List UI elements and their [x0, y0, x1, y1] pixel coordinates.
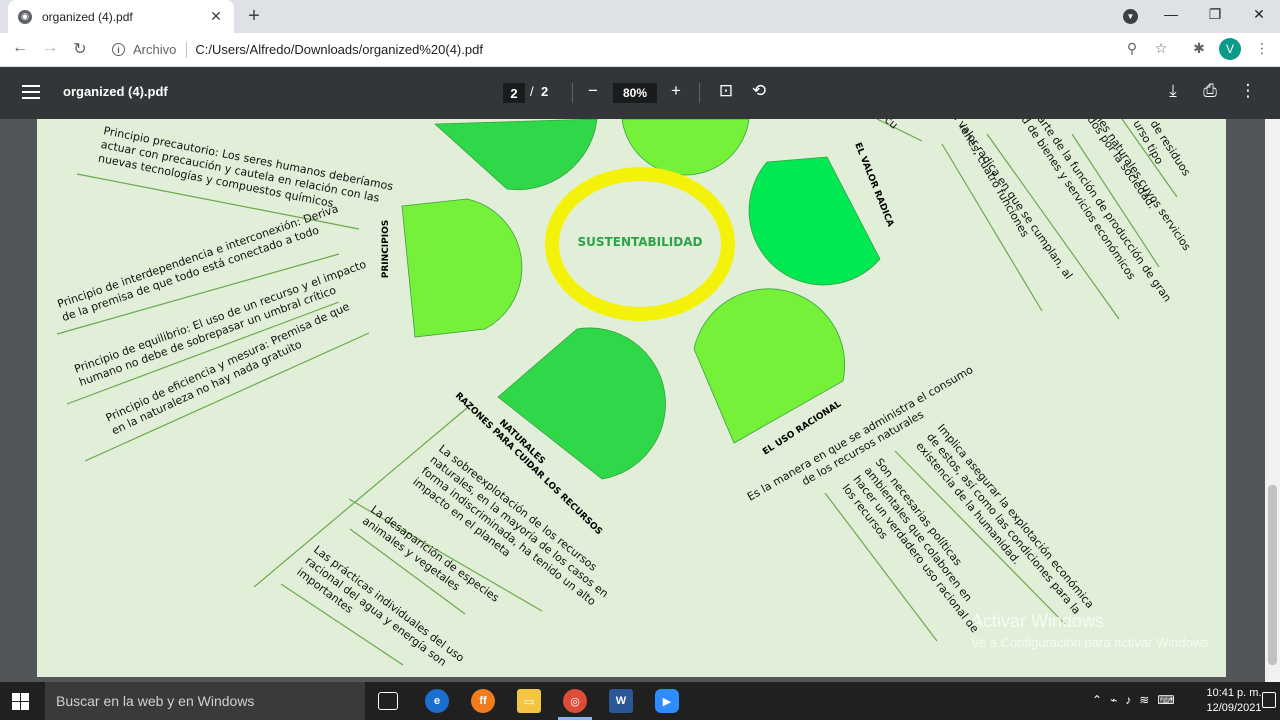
petal-valor: [748, 156, 881, 286]
info-icon[interactable]: i: [112, 43, 125, 56]
clock-date: 12/09/2021: [1206, 702, 1262, 714]
download-icon[interactable]: ⤓: [1162, 81, 1184, 101]
wifi-icon[interactable]: ≋: [1139, 693, 1149, 707]
petal-top: [621, 119, 750, 176]
browser-tab[interactable]: ◉ organized (4).pdf ✕: [8, 0, 234, 33]
taskbar-search-box[interactable]: Buscar en la web y en Windows: [45, 682, 365, 720]
file-explorer-icon[interactable]: ▭: [517, 689, 541, 713]
url-text[interactable]: C:/Users/Alfredo/Downloads/organized%20(…: [195, 42, 483, 57]
zoom-in-button[interactable]: +: [665, 81, 687, 101]
taskbar-clock[interactable]: 10:41 p. m. 12/09/2021: [1205, 686, 1263, 716]
omnibox[interactable]: i Archivo C:/Users/Alfredo/Downloads/org…: [104, 36, 1182, 63]
mind-map: SUSTENTABILIDAD PRINCIPIOS EL VALOR RADI…: [56, 119, 1193, 669]
profile-avatar[interactable]: V: [1219, 38, 1241, 60]
extensions-icon[interactable]: ✱: [1189, 40, 1209, 57]
address-bar: ← → ↻ i Archivo C:/Users/Alfredo/Downloa…: [0, 33, 1280, 67]
forward-button[interactable]: →: [40, 39, 60, 57]
branch-principios: PRINCIPIOS: [381, 220, 391, 278]
scrollbar-thumb[interactable]: [1268, 485, 1277, 665]
activation-watermark-title: Activar Windows: [971, 611, 1105, 631]
bookmark-star-icon[interactable]: ☆: [1151, 40, 1171, 57]
windows-start-icon[interactable]: [12, 693, 29, 710]
toolbar-divider: [699, 83, 700, 103]
minimize-button[interactable]: —: [1161, 6, 1181, 22]
page-number-input[interactable]: 2: [503, 83, 525, 103]
url-scheme-label: Archivo: [133, 42, 177, 57]
tab-title: organized (4).pdf: [42, 9, 133, 24]
globe-icon: ◉: [18, 9, 32, 24]
volume-icon[interactable]: ♪: [1125, 693, 1131, 707]
petal-top-left: [433, 119, 598, 191]
activation-watermark-subtitle: Ve a Configuración para activar Windows.: [971, 635, 1213, 650]
zoom-app-icon[interactable]: ▶: [655, 689, 679, 713]
windows-taskbar: Buscar en la web y en Windows e ff ▭ ◎ W…: [0, 682, 1280, 720]
fit-page-icon[interactable]: ⊡: [715, 81, 737, 101]
document-title: organized (4).pdf: [63, 84, 168, 99]
browser-menu-icon[interactable]: ⋮: [1252, 40, 1272, 57]
word-icon[interactable]: W: [609, 689, 633, 713]
tab-strip: ◉ organized (4).pdf ✕ + ▼ — ❐ ✕: [0, 0, 1280, 33]
network-icon[interactable]: ⌁: [1110, 693, 1117, 707]
new-tab-button[interactable]: +: [244, 5, 264, 28]
zoom-icon[interactable]: ⚲: [1122, 40, 1142, 57]
more-options-icon[interactable]: ⋮: [1237, 81, 1259, 101]
branch-valor: EL VALOR RADICA: [852, 141, 895, 228]
reload-button[interactable]: ↻: [70, 39, 90, 59]
pdf-page: SUSTENTABILIDAD PRINCIPIOS EL VALOR RADI…: [37, 119, 1226, 677]
notification-icon[interactable]: [1262, 692, 1276, 708]
chrome-icon[interactable]: ◎: [563, 689, 587, 713]
pdf-toolbar: organized (4).pdf 2 / 2 − 80% + ⊡ ⟲ ⤓ ⎙ …: [0, 67, 1280, 119]
valor-text: cu: [882, 119, 900, 132]
back-button[interactable]: ←: [10, 39, 30, 57]
maximize-button[interactable]: ❐: [1205, 6, 1225, 23]
omnibox-divider: [186, 41, 188, 58]
task-view-icon[interactable]: [378, 692, 398, 710]
page-total: 2: [541, 84, 549, 99]
tab-search-icon[interactable]: ▼: [1123, 9, 1138, 24]
zoom-level-input[interactable]: 80%: [613, 83, 657, 103]
firefox-icon[interactable]: ff: [471, 689, 495, 713]
close-window-button[interactable]: ✕: [1249, 6, 1269, 23]
vertical-scrollbar[interactable]: [1265, 119, 1280, 682]
toolbar-divider: [572, 83, 573, 103]
hamburger-menu-icon[interactable]: [22, 85, 40, 99]
center-label: SUSTENTABILIDAD: [578, 235, 703, 249]
keyboard-icon[interactable]: ⌨: [1157, 693, 1174, 707]
chevron-up-icon[interactable]: ⌃: [1092, 693, 1102, 707]
uso-implica: Implica asegurar la explotación económic…: [913, 422, 1098, 632]
zoom-out-button[interactable]: −: [582, 81, 604, 101]
petal-principios: [401, 198, 523, 338]
print-icon[interactable]: ⎙: [1199, 81, 1221, 101]
system-tray: ⌃ ⌁ ♪ ≋ ⌨: [1092, 693, 1175, 707]
page-separator: /: [530, 84, 534, 99]
clock-time: 10:41 p. m.: [1206, 687, 1262, 699]
pdf-viewer[interactable]: SUSTENTABILIDAD PRINCIPIOS EL VALOR RADI…: [0, 119, 1280, 682]
edge-icon[interactable]: e: [425, 689, 449, 713]
close-tab-icon[interactable]: ✕: [208, 8, 224, 25]
rotate-icon[interactable]: ⟲: [748, 81, 770, 101]
